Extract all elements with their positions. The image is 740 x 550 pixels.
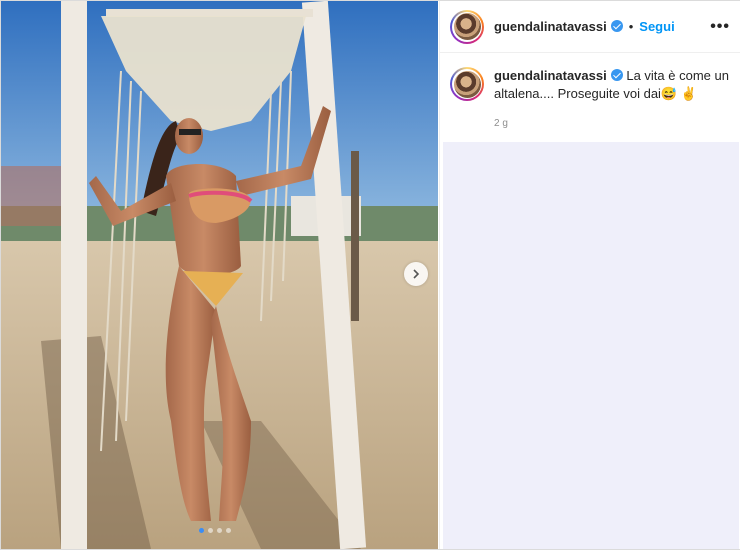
caption-username[interactable]: guendalinatavassi (494, 68, 623, 83)
carousel-indicator (199, 528, 231, 533)
separator-dot: • (628, 19, 634, 34)
caption-body: guendalinatavassi La vita è come un alta… (494, 67, 730, 133)
carousel-dot (217, 528, 222, 533)
post-timestamp[interactable]: 2 g (494, 115, 730, 133)
more-options-icon[interactable]: ••• (710, 18, 730, 36)
avatar-ring (452, 11, 482, 42)
carousel-dot (199, 528, 204, 533)
carousel-next-button[interactable] (404, 262, 428, 286)
caption-avatar[interactable] (450, 67, 484, 101)
post-header: guendalinatavassi • Segui ••• (440, 1, 740, 53)
avatar[interactable] (450, 9, 484, 44)
follow-button[interactable]: Segui (639, 19, 674, 34)
carousel-dot (208, 528, 213, 533)
instagram-post: guendalinatavassi • Segui ••• guendalina… (0, 0, 740, 550)
verified-badge-icon (610, 69, 623, 81)
avatar-image (453, 13, 481, 40)
carousel-dot (226, 528, 231, 533)
caption-username-text: guendalinatavassi (494, 68, 607, 83)
post-side-panel: guendalinatavassi • Segui ••• guendalina… (439, 1, 740, 549)
username-text: guendalinatavassi (494, 19, 607, 34)
post-media[interactable] (1, 1, 438, 549)
avatar-image (453, 70, 481, 98)
post-caption: guendalinatavassi La vita è come un alta… (440, 53, 740, 133)
beach-photo (1, 1, 438, 549)
avatar-ring (452, 69, 482, 99)
chevron-right-icon (413, 269, 420, 279)
username-link[interactable]: guendalinatavassi (494, 19, 623, 34)
verified-badge-icon (610, 20, 623, 32)
comments-area (443, 142, 739, 549)
